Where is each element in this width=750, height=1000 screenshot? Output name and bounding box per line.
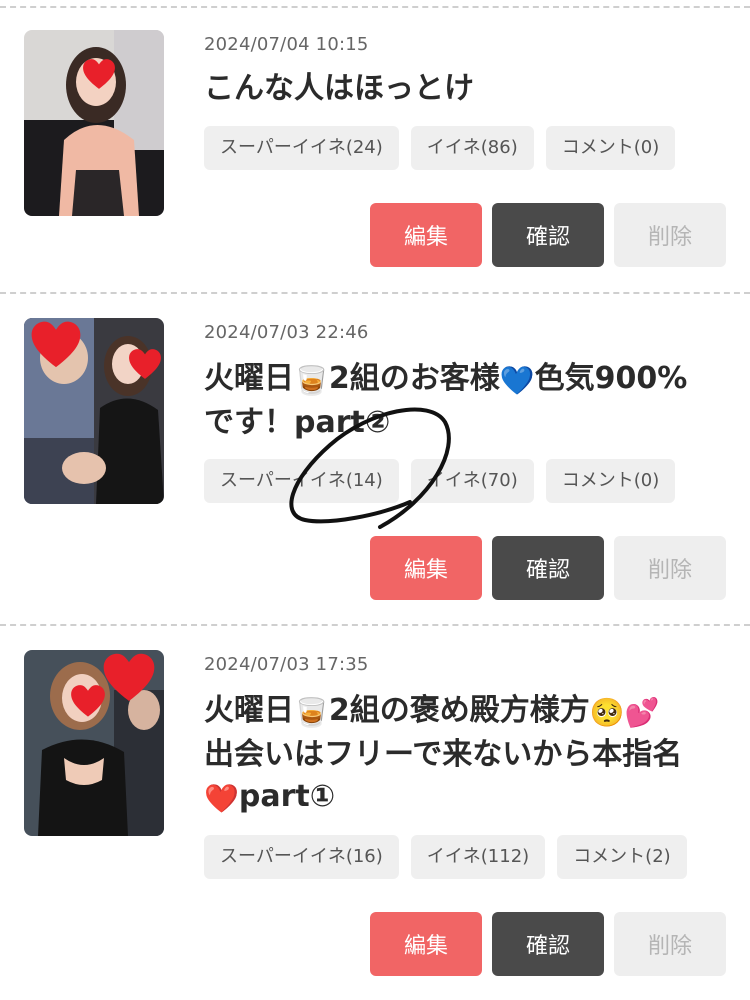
edit-button[interactable]: 編集 xyxy=(370,912,482,976)
super-like-badge[interactable]: スーパーイイネ(16) xyxy=(204,835,399,879)
heart-icon xyxy=(83,59,115,89)
comment-badge[interactable]: コメント(0) xyxy=(545,459,676,503)
like-badge[interactable]: イイネ(86) xyxy=(410,126,534,170)
heart-icon xyxy=(31,321,81,368)
super-like-badge[interactable]: スーパーイイネ(14) xyxy=(204,459,399,503)
pleading-face-icon: 🥺 xyxy=(589,696,625,729)
confirm-button[interactable]: 確認 xyxy=(492,912,604,976)
post-item-1: 2024/07/04 10:15 こんな人はほっとけ スーパーイイネ(24) イ… xyxy=(0,30,750,290)
edit-button[interactable]: 編集 xyxy=(370,203,482,267)
post-divider xyxy=(0,292,750,294)
super-like-badge[interactable]: スーパーイイネ(24) xyxy=(204,126,399,170)
post-stats: スーパーイイネ(16) イイネ(112) コメント(2) xyxy=(204,835,687,879)
post-item-2: 2024/07/03 22:46 火曜日🥃2組のお客様💙色気900% です！par… xyxy=(0,318,750,618)
delete-button[interactable]: 削除 xyxy=(614,203,726,267)
post-thumbnail[interactable] xyxy=(24,30,164,216)
post-stats: スーパーイイネ(14) イイネ(70) コメント(0) xyxy=(204,459,676,503)
blue-heart-icon: 💙 xyxy=(499,364,535,397)
confirm-button[interactable]: 確認 xyxy=(492,203,604,267)
post-actions: 編集 確認 削除 xyxy=(370,912,726,976)
two-hearts-icon: 💕 xyxy=(624,696,660,729)
post-title: 火曜日🥃2組のお客様💙色気900% です！part② xyxy=(204,361,688,440)
comment-badge[interactable]: コメント(0) xyxy=(545,126,676,170)
post-stats: スーパーイイネ(24) イイネ(86) コメント(0) xyxy=(204,126,676,170)
post-actions: 編集 確認 削除 xyxy=(370,536,726,600)
post-thumbnail[interactable] xyxy=(24,650,164,836)
like-badge[interactable]: イイネ(112) xyxy=(410,835,546,879)
confirm-button[interactable]: 確認 xyxy=(492,536,604,600)
post-date: 2024/07/03 22:46 xyxy=(204,322,369,343)
comment-badge[interactable]: コメント(2) xyxy=(557,835,687,879)
edit-button[interactable]: 編集 xyxy=(370,536,482,600)
post-item-3: 2024/07/03 17:35 火曜日🥃2組の褒め殿方様方🥺💕 出会いはフリーで… xyxy=(0,650,750,990)
whiskey-glass-icon: 🥃 xyxy=(294,696,329,729)
delete-button[interactable]: 削除 xyxy=(614,912,726,976)
red-heart-icon: ❤️ xyxy=(204,782,239,815)
heart-icon xyxy=(103,653,155,701)
delete-button[interactable]: 削除 xyxy=(614,536,726,600)
post-date: 2024/07/03 17:35 xyxy=(204,654,369,675)
post-actions: 編集 確認 削除 xyxy=(370,203,726,267)
post-divider xyxy=(0,624,750,626)
like-badge[interactable]: イイネ(70) xyxy=(410,459,534,503)
heart-icon xyxy=(129,349,161,379)
post-title: こんな人はほっとけ xyxy=(204,71,474,106)
top-divider xyxy=(0,6,750,8)
post-title: 火曜日🥃2組の褒め殿方様方🥺💕 出会いはフリーで来ないから本指名 ❤️part① xyxy=(204,693,683,815)
post-thumbnail[interactable] xyxy=(24,318,164,504)
post-date: 2024/07/04 10:15 xyxy=(204,34,369,55)
heart-icon xyxy=(71,685,105,717)
whiskey-glass-icon: 🥃 xyxy=(294,364,329,397)
